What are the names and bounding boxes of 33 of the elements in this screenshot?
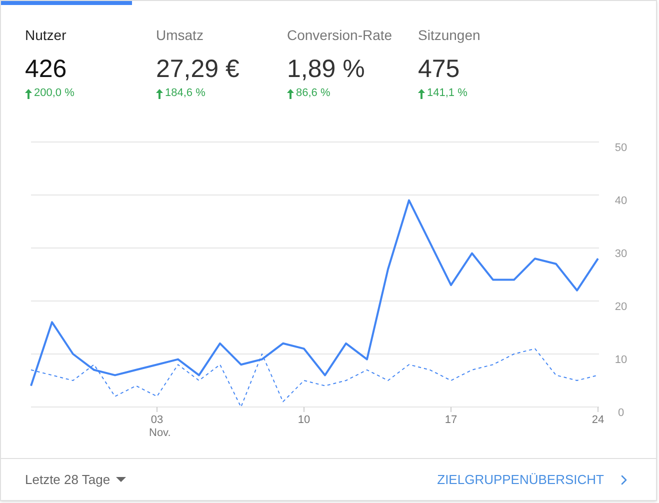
metric-tab[interactable]: Sitzungen 475 141,1 % bbox=[394, 1, 525, 101]
x-axis-label: 03 bbox=[150, 414, 164, 426]
up-arrow-icon bbox=[25, 88, 32, 98]
date-range-dropdown[interactable]: Letzte 28 Tage bbox=[25, 470, 126, 490]
metric-label: Nutzer bbox=[25, 26, 68, 45]
metric-value: 1,89 % bbox=[287, 54, 366, 85]
y-axis-label: 20 bbox=[614, 301, 628, 313]
metric-tab[interactable]: Umsatz 27,29 € 184,6 % bbox=[132, 1, 263, 101]
y-axis-label: 10 bbox=[614, 354, 628, 366]
up-arrow-icon bbox=[156, 88, 163, 98]
y-axis-label: 40 bbox=[614, 195, 628, 207]
metric-label: Umsatz bbox=[156, 26, 204, 45]
metric-tab[interactable]: Nutzer 426 200,0 % bbox=[1, 1, 132, 101]
x-axis-label: 17 bbox=[444, 414, 458, 426]
up-arrow-icon bbox=[418, 88, 425, 98]
metric-value: 27,29 € bbox=[156, 54, 240, 85]
metric-value: 426 bbox=[25, 54, 68, 85]
metric-change: 184,6 % bbox=[165, 86, 206, 102]
metric-label: Conversion-Rate bbox=[287, 26, 394, 45]
x-axis-label: 10 bbox=[298, 414, 310, 426]
y-axis-label: 30 bbox=[614, 248, 628, 260]
month-label: Nov. bbox=[149, 427, 171, 439]
metric-change: 86,6 % bbox=[296, 86, 330, 102]
metric-label: Sitzungen bbox=[418, 26, 482, 45]
y-axis-label: 50 bbox=[614, 142, 628, 154]
metric-value: 475 bbox=[418, 54, 461, 85]
y-axis-label: 0 bbox=[618, 407, 624, 419]
caret-icon bbox=[116, 477, 126, 482]
up-arrow-icon bbox=[287, 88, 294, 98]
metric-change: 141,1 % bbox=[427, 86, 468, 102]
metric-tab[interactable]: Conversion-Rate 1,89 % 86,6 % bbox=[263, 1, 394, 101]
x-axis-label: 24 bbox=[592, 414, 604, 426]
metric-change: 200,0 % bbox=[34, 86, 74, 102]
